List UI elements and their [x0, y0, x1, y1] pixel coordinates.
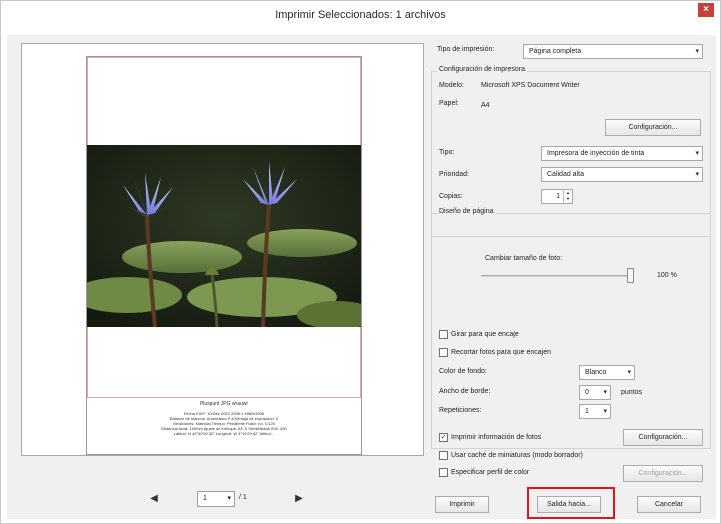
info-config-button[interactable]: Configuración... — [623, 429, 703, 446]
thumb-cache-label: Usar caché de miniaturas (modo borrador) — [451, 452, 583, 459]
print-info-checkbox[interactable]: ✓ — [439, 433, 448, 442]
color-profile-checkbox[interactable] — [439, 468, 448, 477]
border-unit: puntos — [621, 389, 643, 396]
chevron-down-icon: ▾ — [227, 495, 231, 502]
chevron-down-icon: ▾ — [627, 369, 631, 376]
resize-slider-track[interactable] — [481, 275, 631, 277]
output-to-button[interactable]: Salida hacia... — [537, 496, 601, 513]
checkmark-icon: ✓ — [440, 434, 447, 441]
close-button[interactable]: × — [698, 3, 714, 17]
photo-preview — [87, 145, 361, 327]
page-total: / 1 — [239, 494, 247, 501]
chevron-down-icon: ▾ — [603, 389, 607, 396]
chevron-down-icon: ▾ — [695, 150, 699, 157]
repeat-select[interactable]: 1 ▾ — [579, 404, 611, 419]
resize-value: 100 % — [657, 272, 677, 279]
priority-label: Prioridad: — [439, 171, 469, 178]
paper-label: Papel: — [439, 100, 459, 107]
print-type-select[interactable]: Página completa ▾ — [523, 44, 703, 59]
cancel-button[interactable]: Cancelar — [637, 496, 701, 513]
page-number-select[interactable]: 1 ▾ — [197, 491, 235, 507]
print-info-label: Imprimir información de fotos — [451, 434, 542, 441]
print-button[interactable]: Imprimir — [435, 496, 489, 513]
resize-label: Cambiar tamaño de foto: — [485, 255, 563, 262]
repeat-label: Repeticiones: — [439, 407, 482, 414]
print-dialog: Imprimir Seleccionados: 1 archivos × Plu… — [0, 0, 721, 524]
crop-label: Recortar fotos para que encajen — [451, 349, 552, 356]
rotate-checkbox[interactable] — [439, 330, 448, 339]
border-label: Ancho de borde: — [439, 388, 491, 395]
border-width-select[interactable]: 0 ▾ — [579, 385, 611, 400]
crop-checkbox[interactable] — [439, 348, 448, 357]
chevron-down-icon: ▾ — [603, 408, 607, 415]
bg-color-label: Color de fondo: — [439, 368, 487, 375]
resize-slider-thumb[interactable] — [627, 268, 634, 283]
priority-select[interactable]: Calidad alta ▾ — [541, 167, 703, 182]
print-type-label: Tipo de impresión: — [437, 46, 495, 53]
chevron-down-icon: ▾ — [695, 171, 699, 178]
photo-info-caption: Pluspunt JPG wrauwr Fecha EXIF: 10/Dec 2… — [87, 400, 361, 437]
dialog-body: Pluspunt JPG wrauwr Fecha EXIF: 10/Dec 2… — [7, 35, 716, 519]
bg-color-select[interactable]: Blanco ▾ — [579, 365, 635, 380]
window-title: Imprimir Seleccionados: 1 archivos — [275, 9, 446, 21]
copies-label: Copias: — [439, 193, 463, 200]
profile-config-button[interactable]: Configuración... — [623, 465, 703, 482]
stepper-arrows-icon[interactable]: ▲ ▼ — [563, 190, 572, 203]
prev-page-button[interactable]: ◀ — [145, 491, 163, 507]
preview-page: Pluspunt JPG wrauwr Fecha EXIF: 10/Dec 2… — [86, 56, 362, 455]
model-label: Modelo: — [439, 82, 464, 89]
color-profile-label: Especificar perfil de color — [451, 469, 530, 476]
current-page: 1 — [203, 495, 207, 502]
rotate-label: Girar para que encaje — [451, 331, 519, 338]
layout-group-title: Diseño de página — [437, 208, 496, 215]
print-preview: Pluspunt JPG wrauwr Fecha EXIF: 10/Dec 2… — [21, 43, 424, 456]
chevron-down-icon: ▾ — [695, 48, 699, 55]
printer-config-button[interactable]: Configuración... — [605, 119, 701, 136]
title-bar: Imprimir Seleccionados: 1 archivos × — [1, 1, 720, 29]
type-label: Tipo: — [439, 149, 455, 156]
caption-line: Latitud: N 40°30'59.32" Longitud: W 4°10… — [173, 431, 275, 436]
paper-value: A4 — [481, 102, 490, 109]
type-select[interactable]: Impresora de inyección de tinta ▾ — [541, 146, 703, 161]
model-value: Microsoft XPS Document Writer — [481, 82, 580, 89]
next-page-button[interactable]: ▶ — [290, 491, 308, 507]
thumb-cache-checkbox[interactable] — [439, 451, 448, 460]
printer-group-title: Configuración de impresora — [437, 66, 527, 73]
copies-stepper[interactable]: 1 ▲ ▼ — [541, 189, 573, 204]
